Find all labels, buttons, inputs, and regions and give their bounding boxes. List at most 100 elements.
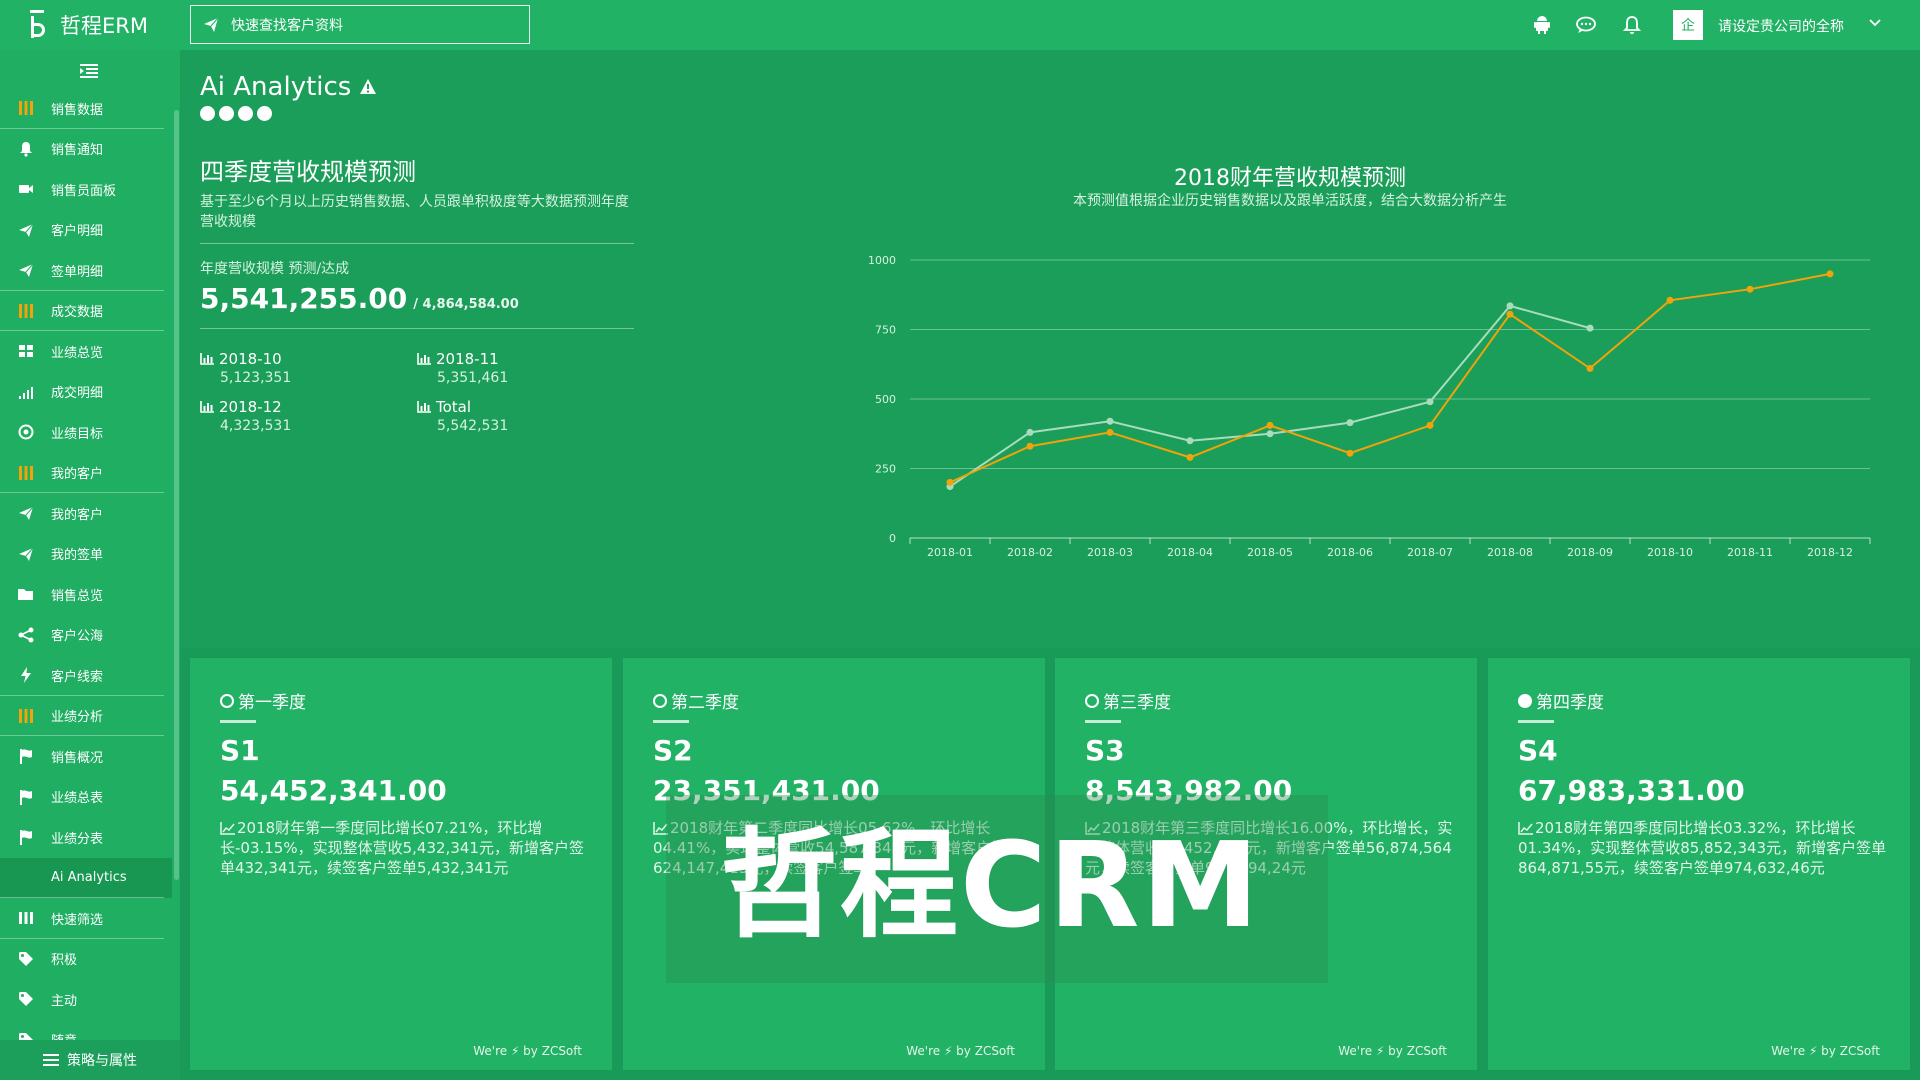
sidebar-item-label: 销售员面板 — [51, 183, 117, 199]
sidebar-scrollbar[interactable] — [174, 110, 179, 880]
menu-toggle-icon[interactable] — [78, 62, 100, 80]
sidebar-item[interactable]: 销售概况 — [0, 736, 172, 777]
app-logo[interactable]: 哲程ERM — [28, 8, 148, 42]
chart-title: 2018财年营收规模预测 — [1174, 166, 1406, 191]
x-tick-label: 2018-09 — [1567, 546, 1613, 559]
stat-total: Total 5,542,531 — [417, 398, 617, 434]
sidebar-item[interactable]: 业绩分析 — [0, 696, 172, 737]
sidebar-item[interactable]: 我的客户 — [0, 493, 172, 534]
sidebar-footer-label: 策略与属性 — [67, 1053, 137, 1069]
kpi-value: 5,541,255.00 / 4,864,584.00 — [200, 282, 519, 315]
sidebar-item[interactable]: 签单明细 — [0, 250, 172, 291]
divider — [1085, 720, 1121, 723]
share-icon — [16, 625, 36, 645]
sidebar-item-label: 主动 — [51, 993, 78, 1009]
y-tick-label: 0 — [889, 532, 896, 545]
bars-icon — [16, 706, 36, 726]
android-icon[interactable] — [1530, 13, 1554, 37]
sidebar-item[interactable]: 销售员面板 — [0, 169, 172, 210]
sidebar-item[interactable]: 客户公海 — [0, 615, 172, 656]
flag-icon — [16, 746, 36, 766]
flag-icon — [16, 787, 36, 807]
sidebar-item[interactable]: 快速筛选 — [0, 898, 172, 939]
sidebar-item[interactable]: 主动 — [0, 979, 172, 1020]
filled-circle-icon — [1518, 693, 1532, 708]
chat-icon[interactable] — [1574, 13, 1598, 37]
sidebar-item-label: 业绩分表 — [51, 831, 104, 847]
sidebar-item[interactable]: 业绩总览 — [0, 331, 172, 372]
season-card[interactable]: 第四季度 S4 67,983,331.00 2018财年第四季度同比增长03.32%，… — [1488, 658, 1910, 1070]
search-placeholder: 快速查找客户资料 — [231, 17, 343, 34]
data-point — [1426, 421, 1434, 429]
bar-chart-icon — [200, 401, 214, 413]
chevron-down-icon[interactable] — [1868, 16, 1882, 30]
season-name: 第四季度 — [1536, 693, 1604, 713]
sidebar-item[interactable]: 业绩分表 — [0, 817, 172, 858]
logo-mark — [28, 10, 50, 40]
season-header: 第二季度 — [653, 688, 739, 713]
x-tick-label: 2018-12 — [1807, 546, 1853, 559]
send-icon — [204, 17, 219, 32]
kpi-achieved: / 4,864,584.00 — [413, 297, 519, 312]
x-tick-label: 2018-07 — [1407, 546, 1453, 559]
sidebar-item[interactable]: 销售总览 — [0, 574, 172, 615]
stat-2018-11: 2018-11 5,351,461 — [417, 350, 617, 386]
season-value: 67,983,331.00 — [1518, 774, 1745, 807]
sidebar-item[interactable]: 成交数据 — [0, 291, 172, 332]
sidebar-item-label: 销售概况 — [51, 750, 104, 766]
company-avatar[interactable]: 企 — [1673, 10, 1703, 40]
sidebar-item[interactable]: Ai Analytics — [0, 857, 172, 898]
sidebar-item[interactable]: 业绩目标 — [0, 412, 172, 453]
sidebar-item[interactable]: 积极 — [0, 939, 172, 980]
card-footer-credit: We're ⚡ by ZCSoft — [473, 1044, 582, 1058]
revenue-forecast-chart: 0 250 500 750 1000 2018-01 2018-02 2018-03 2018-… — [868, 254, 1871, 559]
sidebar-item-label: 成交数据 — [51, 305, 104, 321]
company-name[interactable]: 请设定贵公司的全称 — [1718, 16, 1844, 36]
season-description-text: 2018财年第四季度同比增长03.32%，环比增长01.34%，实现整体营收85… — [1518, 819, 1887, 877]
page-indicator[interactable] — [200, 106, 272, 121]
y-tick-label: 250 — [875, 463, 896, 476]
season-card[interactable]: 第一季度 S1 54,452,341.00 2018财年第一季度同比增长07.21%，… — [190, 658, 612, 1070]
customer-search-input[interactable]: 快速查找客户资料 — [190, 5, 530, 44]
sidebar-item-label: 客户线索 — [51, 669, 104, 685]
sidebar-item-label: 积极 — [51, 953, 78, 969]
season-header: 第三季度 — [1085, 688, 1171, 713]
sidebar-item[interactable]: 我的签单 — [0, 534, 172, 575]
season-code: S3 — [1085, 734, 1125, 767]
flag-icon — [16, 827, 36, 847]
sidebar-item[interactable]: 我的客户 — [0, 453, 172, 494]
sidebar-item-label: 我的客户 — [51, 507, 104, 523]
sidebar-item[interactable]: 业绩总表 — [0, 777, 172, 818]
circle-icon — [220, 693, 234, 708]
sidebar-item-label: 业绩总览 — [51, 345, 104, 361]
tag-icon — [16, 989, 36, 1009]
sidebar-item[interactable]: 客户明细 — [0, 210, 172, 251]
bar-chart-icon — [417, 401, 431, 413]
sidebar-footer-button[interactable]: 策略与属性 — [0, 1040, 180, 1080]
section-heading: 四季度营收规模预测 — [200, 158, 416, 186]
sidebar-item[interactable]: 销售通知 — [0, 129, 172, 170]
x-tick-label: 2018-08 — [1487, 546, 1533, 559]
bell-icon[interactable] — [1620, 13, 1644, 37]
send-icon — [16, 544, 36, 564]
x-tick-label: 2018-03 — [1087, 546, 1133, 559]
top-bar: 哲程ERM 快速查找客户资料 企 请设定贵公司的全称 — [0, 0, 1920, 50]
sidebar-item[interactable]: 客户线索 — [0, 655, 172, 696]
circle-icon — [653, 693, 667, 708]
sidebar-item-label: 业绩总表 — [51, 791, 104, 807]
stat-label: 2018-11 — [436, 350, 499, 368]
y-tick-label: 500 — [875, 393, 896, 406]
sidebar-item-label: 客户明细 — [51, 224, 104, 240]
stat-2018-12: 2018-12 4,323,531 — [200, 398, 400, 434]
divider — [653, 720, 689, 723]
sidebar-item-label: 业绩分析 — [51, 710, 104, 726]
sidebar-item-label: 快速筛选 — [51, 912, 104, 928]
send-icon — [16, 503, 36, 523]
target-icon — [16, 422, 36, 442]
stat-value: 5,123,351 — [220, 370, 292, 386]
x-tick-label: 2018-05 — [1247, 546, 1293, 559]
sidebar-item[interactable]: 销售数据 — [0, 88, 172, 129]
sidebar-item[interactable]: 成交明细 — [0, 372, 172, 413]
bar-chart-icon — [200, 353, 214, 365]
data-point — [1746, 285, 1754, 293]
